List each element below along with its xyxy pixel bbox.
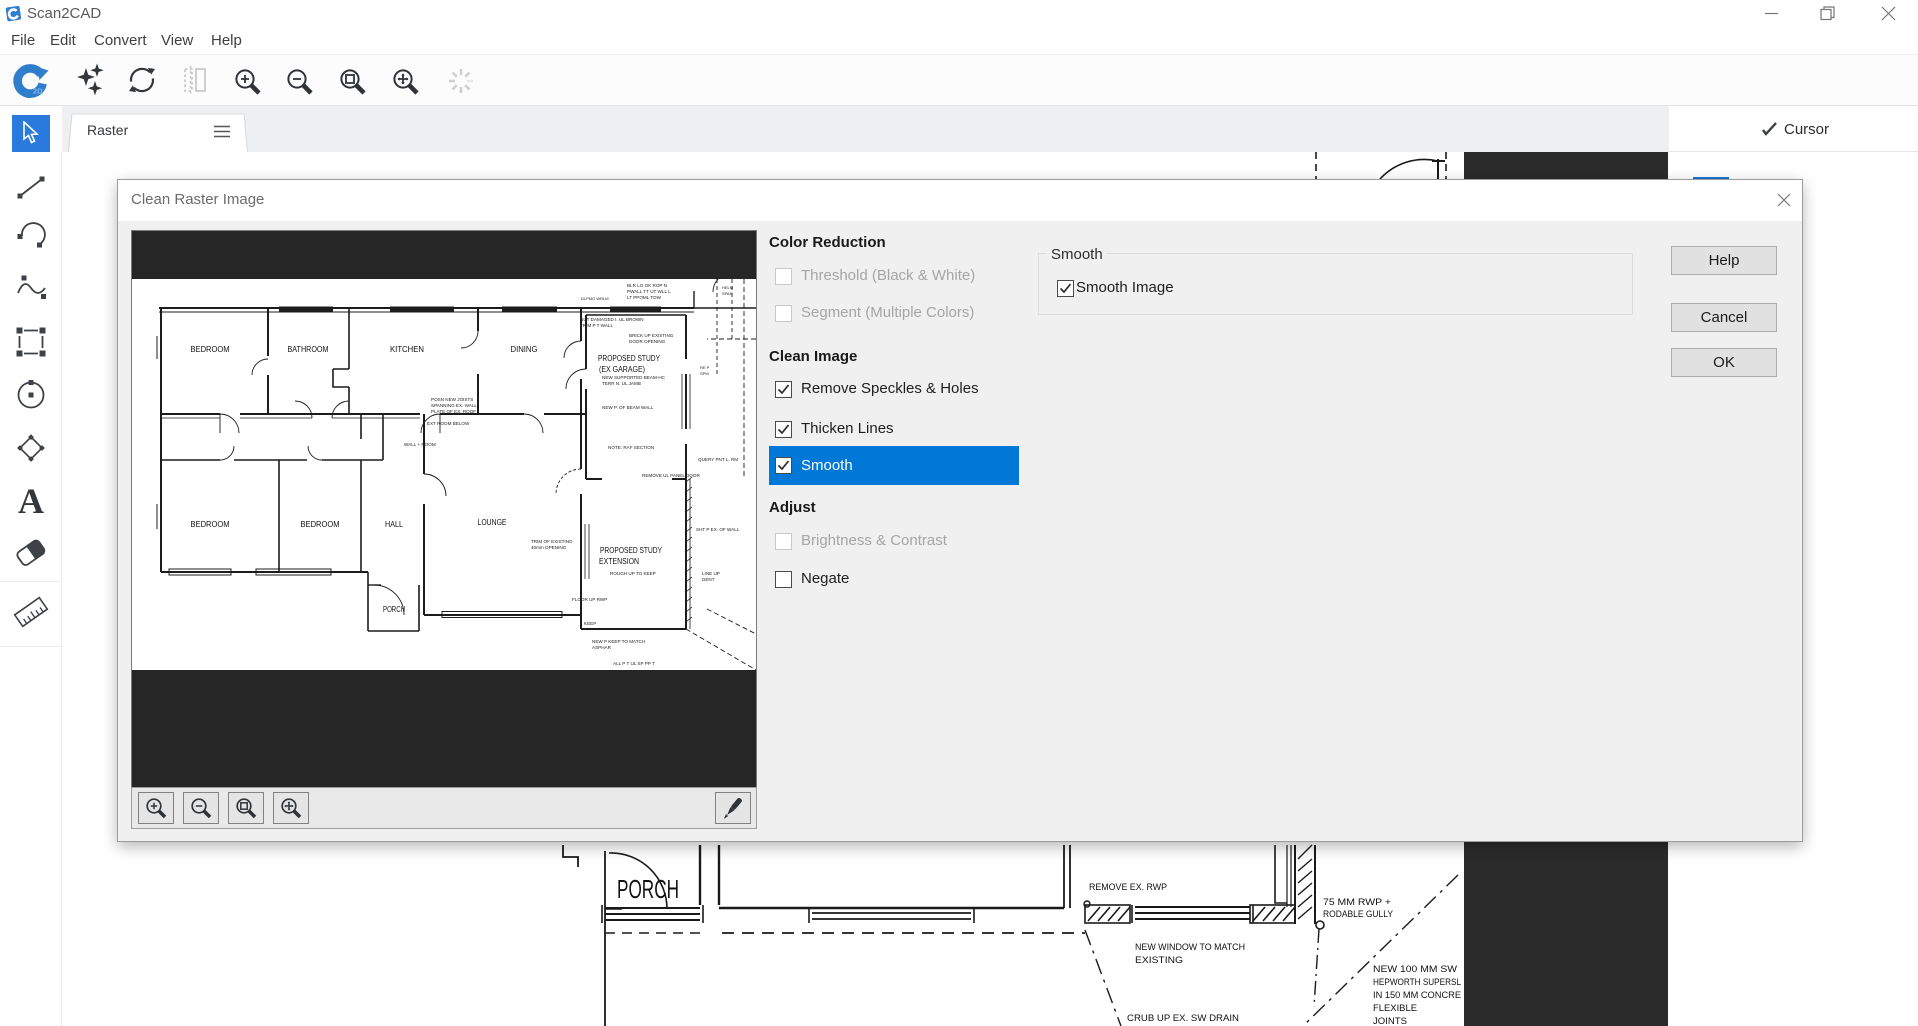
svg-text:(EX GARAGE): (EX GARAGE) (599, 365, 645, 374)
svg-text:LINE UP: LINE UP (702, 571, 720, 576)
svg-text:DENT: DENT (702, 577, 715, 582)
svg-text:40mm OPENING: 40mm OPENING (531, 545, 567, 550)
svg-text:LT PPOML TOW: LT PPOML TOW (627, 295, 662, 300)
svg-text:TRIM OF EXISTING: TRIM OF EXISTING (531, 539, 573, 544)
svg-text:CRUB UP EX. SW DRAIN: CRUB UP EX. SW DRAIN (1127, 1013, 1239, 1024)
svg-text:HALL: HALL (385, 520, 403, 529)
svg-text:RE P: RE P (700, 365, 710, 370)
svg-text:KEEP: KEEP (584, 621, 596, 626)
svg-text:TRIM P T WALL: TRIM P T WALL (580, 323, 613, 328)
svg-text:WALL + ROOM: WALL + ROOM (404, 442, 436, 447)
svg-text:PORCH: PORCH (383, 605, 405, 614)
svg-text:EXISTING: EXISTING (1135, 955, 1183, 966)
svg-text:BEDROOM: BEDROOM (191, 345, 230, 354)
svg-text:DINING: DINING (511, 345, 538, 354)
svg-text:PLATE OF EX. ROOF: PLATE OF EX. ROOF (431, 409, 476, 414)
svg-text:SHT P EX. OF WALL: SHT P EX. OF WALL (696, 527, 740, 532)
svg-text:REMOVE EX. RWP: REMOVE EX. RWP (1089, 882, 1167, 893)
svg-text:DOOR OPENING: DOOR OPENING (629, 339, 666, 344)
svg-text:RODABLE GULLY: RODABLE GULLY (1323, 909, 1394, 920)
svg-text:NEW P KEEP TO MATCH: NEW P KEEP TO MATCH (592, 639, 645, 644)
svg-text:BRICK UP EXISTING: BRICK UP EXISTING (629, 333, 674, 338)
svg-text:HEPWORTH SUPERSL: HEPWORTH SUPERSL (1373, 977, 1461, 988)
svg-text:HELM: HELM (722, 285, 733, 290)
svg-text:BEDROOM: BEDROOM (301, 520, 340, 529)
svg-text:BLR LO OK ROP N: BLR LO OK ROP N (627, 283, 667, 288)
svg-text:EXTENSION: EXTENSION (599, 557, 639, 566)
svg-text:REMOVE UL PANEL DOOR: REMOVE UL PANEL DOOR (642, 473, 700, 478)
svg-text:PORCH: PORCH (617, 874, 679, 904)
svg-text:QUERY PNT L. RM: QUERY PNT L. RM (698, 457, 738, 462)
svg-text:TERR N. UL JAMB: TERR N. UL JAMB (602, 381, 641, 386)
svg-text:PROPOSED STUDY: PROPOSED STUDY (598, 354, 661, 363)
svg-text:NOTE: RAF SECTION: NOTE: RAF SECTION (608, 445, 654, 450)
svg-text:NEW 100 MM SW: NEW 100 MM SW (1373, 964, 1457, 975)
svg-text:FLOOR UP RWP: FLOOR UP RWP (572, 597, 607, 602)
svg-text:2D: 2D (33, 87, 43, 96)
svg-text:BATHROOM: BATHROOM (288, 345, 329, 354)
svg-text:A: A (18, 481, 44, 521)
svg-text:POSN NEW JOISTS: POSN NEW JOISTS (431, 397, 473, 402)
svg-text:EXT ROOM BELOW: EXT ROOM BELOW (427, 421, 470, 426)
svg-text:KITCHEN: KITCHEN (390, 345, 424, 354)
svg-text:LOUNGE: LOUNGE (478, 518, 507, 527)
svg-text:NEW WINDOW TO MATCH: NEW WINDOW TO MATCH (1135, 942, 1245, 953)
svg-text:75 MM RWP +: 75 MM RWP + (1323, 897, 1391, 908)
svg-text:PROPOSED STUDY: PROPOSED STUDY (600, 546, 663, 555)
svg-text:SPM: SPM (700, 371, 709, 376)
svg-text:SPAN: SPAN (722, 291, 733, 296)
svg-text:JOINTS: JOINTS (1373, 1016, 1407, 1026)
svg-text:ALL P T UL SP PP T: ALL P T UL SP PP T (613, 661, 655, 666)
svg-text:BEDROOM: BEDROOM (191, 520, 230, 529)
svg-text:PWALL TT UT WLL L: PWALL TT UT WLL L (627, 289, 671, 294)
svg-text:SPANNING EX. WALL: SPANNING EX. WALL (431, 403, 477, 408)
svg-text:FLEXIBLE: FLEXIBLE (1373, 1003, 1417, 1014)
svg-text:ASPHAR: ASPHAR (592, 645, 612, 650)
svg-text:ROUGH UP TO KEEP: ROUGH UP TO KEEP (610, 571, 656, 576)
svg-text:NEW SUPPORTED BEAM-HC: NEW SUPPORTED BEAM-HC (602, 375, 666, 380)
svg-text:NEW P. OF BEAM WALL: NEW P. OF BEAM WALL (602, 405, 654, 410)
svg-text:IN 150 MM CONCRE: IN 150 MM CONCRE (1373, 990, 1461, 1001)
svg-text:DLPMO WRLM: DLPMO WRLM (581, 296, 609, 301)
svg-text:NUT DAMAGED I. UL BROWN: NUT DAMAGED I. UL BROWN (580, 317, 644, 322)
